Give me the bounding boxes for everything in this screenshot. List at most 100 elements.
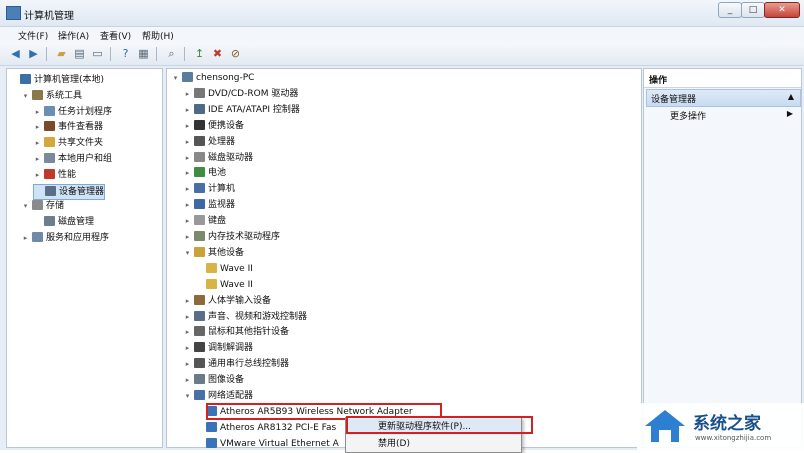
device-label: 内存技术驱动程序: [208, 232, 281, 242]
expand-arrow-icon[interactable]: ▸: [33, 168, 42, 182]
device-item[interactable]: ▸ 处理器: [183, 135, 235, 149]
more-actions-item[interactable]: 更多操作 ▶: [646, 107, 799, 123]
collapse-arrow-icon[interactable]: ▾: [21, 199, 30, 213]
maximize-button[interactable]: □: [741, 2, 765, 18]
update-driver-icon[interactable]: ↥: [192, 46, 207, 61]
device-item[interactable]: ▸ 磁盘驱动器: [183, 151, 253, 165]
expand-arrow-icon[interactable]: ▸: [183, 103, 192, 117]
collapse-arrow-icon[interactable]: ▾: [183, 246, 192, 260]
expand-arrow-icon[interactable]: ▸: [183, 341, 192, 355]
expand-arrow-icon[interactable]: ▸: [33, 136, 42, 150]
expand-arrow-icon[interactable]: ▸: [183, 87, 192, 101]
device-item[interactable]: ▾ 网络适配器: [183, 389, 253, 403]
expand-arrow-icon[interactable]: ▸: [183, 310, 192, 324]
expand-arrow-icon[interactable]: ▸: [183, 151, 192, 165]
collapse-arrow-icon[interactable]: ▾: [183, 389, 192, 403]
device-item[interactable]: ▸ 调制解调器: [183, 341, 253, 355]
nav-item[interactable]: ▸ 事件查看器: [33, 120, 103, 134]
scan-icon[interactable]: ⌕: [164, 46, 179, 61]
expand-arrow-icon[interactable]: ▸: [183, 214, 192, 228]
device-icon: [32, 89, 43, 100]
device-item[interactable]: ▾ chensong-PC: [171, 71, 254, 85]
nav-label: 磁盘管理: [58, 217, 95, 228]
device-item[interactable]: ▸ 电池: [183, 166, 226, 180]
pane-icon[interactable]: ▦: [136, 46, 151, 61]
device-item[interactable]: ▾ 其他设备: [183, 246, 244, 260]
device-item[interactable]: ▸ DVD/CD-ROM 驱动器: [183, 87, 298, 101]
collapse-icon[interactable]: ▲: [788, 92, 794, 101]
collapse-arrow-icon[interactable]: ▾: [171, 71, 180, 85]
device-icon: [194, 342, 205, 353]
device-item[interactable]: ▸ 内存技术驱动程序: [183, 230, 280, 244]
help-icon[interactable]: ?: [118, 46, 133, 61]
device-item[interactable]: ▸ 图像设备: [183, 373, 244, 387]
nav-item[interactable]: ▸ 服务和应用程序: [21, 231, 109, 245]
device-item[interactable]: ▸ 键盘: [183, 214, 226, 228]
device-item[interactable]: ▸ IDE ATA/ATAPI 控制器: [183, 103, 300, 117]
minimize-button[interactable]: _: [718, 2, 742, 18]
expand-arrow-icon[interactable]: ▸: [33, 120, 42, 134]
console-tree-icon[interactable]: ▤: [72, 46, 87, 61]
nav-label: 性能: [58, 169, 77, 180]
device-item[interactable]: ▸ 声音、视频和游戏控制器: [183, 310, 307, 324]
device-label: 处理器: [208, 136, 236, 147]
device-item[interactable]: ▸ 鼠标和其他指针设备: [183, 325, 289, 339]
menu-action[interactable]: 操作(A): [58, 29, 89, 42]
uninstall-icon[interactable]: ✖: [210, 46, 225, 61]
collapse-arrow-icon[interactable]: ▾: [21, 89, 30, 103]
up-folder-icon[interactable]: ▰: [54, 46, 69, 61]
device-item[interactable]: Wave II: [195, 262, 253, 276]
device-icon: [194, 87, 205, 98]
device-label: 电池: [208, 168, 227, 179]
action-device-manager[interactable]: 设备管理器 ▲: [646, 89, 801, 107]
forward-icon[interactable]: ▶: [26, 46, 41, 61]
expand-arrow-icon[interactable]: ▸: [183, 325, 192, 339]
watermark-name: 系统之家: [693, 414, 761, 434]
back-icon[interactable]: ◀: [8, 46, 23, 61]
device-icon: [194, 326, 205, 337]
expand-arrow-icon[interactable]: ▸: [183, 119, 192, 133]
device-item[interactable]: Wave II: [195, 278, 253, 292]
nav-label: 事件查看器: [58, 122, 104, 133]
menu-view[interactable]: 查看(V): [100, 29, 131, 42]
device-label: 鼠标和其他指针设备: [208, 327, 290, 338]
device-item[interactable]: ▸ 计算机: [183, 182, 235, 196]
device-item[interactable]: Atheros AR8132 PCI-E Fas: [195, 421, 336, 435]
actions-title: 操作: [649, 76, 668, 86]
device-item[interactable]: ▸ 通用串行总线控制器: [183, 357, 289, 371]
nav-item[interactable]: 计算机管理(本地): [9, 73, 104, 87]
nav-label: 服务和应用程序: [46, 233, 110, 243]
properties-icon[interactable]: ▭: [90, 46, 105, 61]
nav-item[interactable]: ▾ 系统工具: [21, 89, 82, 103]
device-item[interactable]: ▸ 人体学输入设备: [183, 294, 271, 308]
expand-arrow-icon[interactable]: ▸: [33, 152, 42, 166]
expand-arrow-icon[interactable]: ▸: [183, 294, 192, 308]
nav-item[interactable]: ▾ 存储: [21, 199, 64, 213]
device-label: 便携设备: [208, 120, 245, 131]
nav-item[interactable]: 磁盘管理: [33, 215, 94, 229]
nav-item[interactable]: 设备管理器: [33, 183, 106, 200]
device-icon: [194, 231, 205, 241]
expand-arrow-icon[interactable]: ▸: [183, 373, 192, 387]
expand-arrow-icon[interactable]: ▸: [183, 166, 192, 180]
nav-item[interactable]: ▸ 性能: [33, 168, 76, 182]
expand-arrow-icon[interactable]: ▸: [183, 230, 192, 244]
expand-arrow-icon[interactable]: ▸: [183, 198, 192, 212]
device-item[interactable]: ▸ 监视器: [183, 198, 235, 212]
close-button[interactable]: ✕: [764, 2, 800, 18]
nav-item[interactable]: ▸ 本地用户和组: [33, 152, 112, 166]
expand-arrow-icon[interactable]: ▸: [33, 105, 42, 119]
device-item[interactable]: ▸ 便携设备: [183, 119, 244, 133]
actions-pane: 操作 设备管理器 ▲ 更多操作 ▶: [643, 68, 802, 448]
nav-item[interactable]: ▸ 共享文件夹: [33, 136, 103, 150]
device-item[interactable]: VMware Virtual Ethernet A: [195, 437, 339, 451]
expand-arrow-icon[interactable]: ▸: [183, 135, 192, 149]
menu-file[interactable]: 文件(F): [18, 29, 48, 42]
nav-item[interactable]: ▸ 任务计划程序: [33, 105, 112, 119]
device-label: Wave II: [220, 263, 253, 274]
expand-arrow-icon[interactable]: ▸: [183, 182, 192, 196]
menu-help[interactable]: 帮助(H): [142, 29, 174, 42]
disable-icon[interactable]: ⊘: [228, 46, 243, 61]
expand-arrow-icon[interactable]: ▸: [183, 357, 192, 371]
expand-arrow-icon[interactable]: ▸: [21, 231, 30, 245]
